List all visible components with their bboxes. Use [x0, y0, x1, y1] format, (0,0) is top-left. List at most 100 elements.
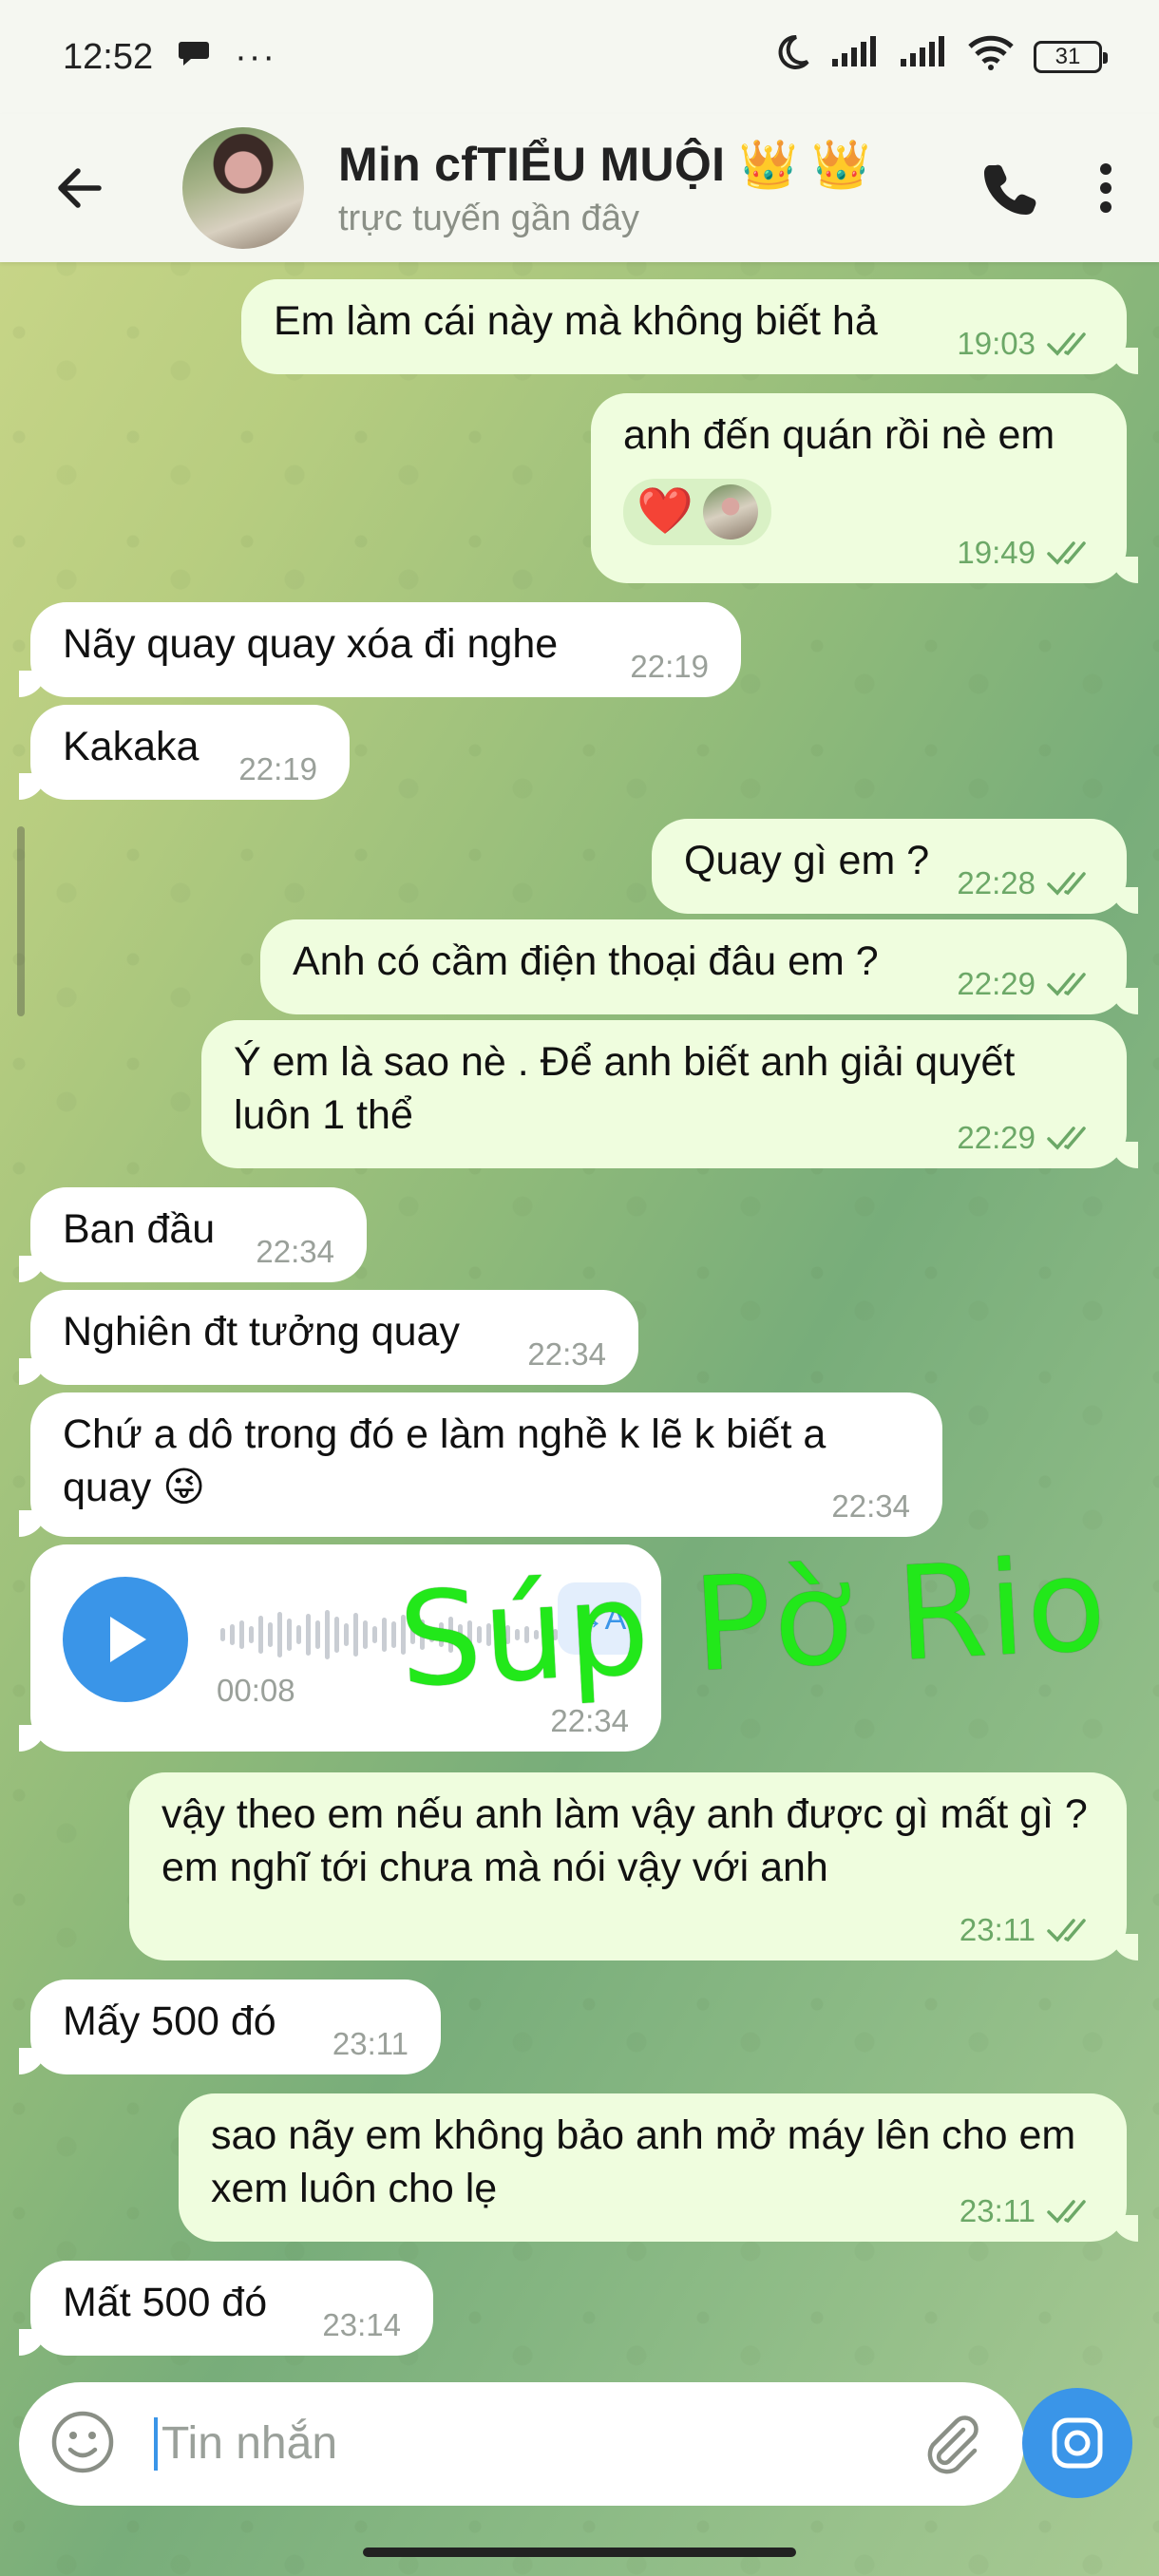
chat-header: Min cfTIỂU MUỘI 👑 👑 trực tuyến gần đây: [0, 114, 1159, 262]
message-bubble-incoming[interactable]: Mấy 500 đó 23:11: [19, 1979, 441, 2074]
message-bubble-outgoing[interactable]: Ý em là sao nè . Để anh biết anh giải qu…: [201, 1020, 1138, 1168]
contact-info[interactable]: Min cfTIỂU MUỘI 👑 👑 trực tuyến gần đây: [338, 137, 871, 239]
attach-icon[interactable]: [918, 2409, 984, 2480]
back-button[interactable]: [34, 142, 125, 234]
scrollbar[interactable]: [17, 826, 25, 1016]
message-time: 23:11: [959, 2193, 1036, 2228]
double-check-icon: [1047, 541, 1086, 565]
waveform-bar: [287, 1619, 292, 1651]
more-menu-button[interactable]: [1096, 160, 1115, 217]
message-bubble-outgoing[interactable]: Quay gì em ? 22:28: [652, 819, 1138, 914]
waveform-bar: [344, 1623, 349, 1646]
wifi-icon: [967, 33, 1015, 81]
message-text: Mất 500 đó: [63, 2280, 268, 2325]
message-time: 19:03: [957, 326, 1036, 361]
message-text: Ban đầu: [63, 1206, 216, 1252]
message-bubble-outgoing[interactable]: Anh có cầm điện thoại đâu em ? 22:29: [260, 919, 1138, 1014]
waveform-bar: [249, 1626, 254, 1643]
contact-name: Min cfTIỂU MUỘI 👑 👑: [338, 138, 871, 191]
message-bubble-incoming[interactable]: Mất 500 đó 23:14: [19, 2261, 433, 2356]
battery-indicator: 31: [1034, 41, 1108, 73]
message-text: Mấy 500 đó: [63, 1998, 276, 2044]
message-time: 22:28: [957, 865, 1036, 900]
message-bubble-outgoing[interactable]: anh đến quán rồi nè em ❤️ 19:49: [591, 393, 1138, 583]
message-time: 23:14: [322, 2307, 401, 2342]
message-bubble-outgoing[interactable]: vậy theo em nếu anh làm vậy anh được gì …: [129, 1772, 1138, 1960]
message-time: 23:11: [959, 1912, 1036, 1947]
waveform-bar: [277, 1612, 282, 1657]
waveform-bar: [334, 1617, 339, 1653]
message-bubble-outgoing[interactable]: Em làm cái này mà không biết hả 19:03: [241, 279, 1138, 374]
home-indicator[interactable]: [363, 2548, 796, 2557]
double-check-icon: [1047, 1127, 1086, 1150]
message-composer[interactable]: Tin nhắn: [19, 2382, 1024, 2506]
call-button[interactable]: [982, 160, 1039, 217]
camera-button[interactable]: [1022, 2388, 1132, 2498]
signal-icon-1: [830, 36, 880, 78]
message-bubble-incoming[interactable]: Nghiên đt tưởng quay 22:34: [19, 1290, 638, 1385]
waveform-bar: [372, 1626, 377, 1643]
message-time: 22:34: [256, 1234, 334, 1269]
waveform-bar: [306, 1614, 311, 1656]
message-icon: [178, 36, 210, 78]
waveform-bar: [391, 1621, 396, 1648]
waveform-bar: [296, 1625, 301, 1644]
status-bar: 12:52 ··· 31: [0, 0, 1159, 114]
contact-status: trực tuyến gần đây: [338, 199, 639, 238]
message-text: sao nãy em không bảo anh mở máy lên cho …: [211, 2112, 1076, 2211]
phone-icon: [984, 164, 1036, 215]
message-bubble-incoming[interactable]: Kakaka 22:19: [19, 705, 350, 800]
message-bubble-incoming[interactable]: Nãy quay quay xóa đi nghe 22:19: [19, 602, 741, 697]
message-text: Nãy quay quay xóa đi nghe: [63, 621, 559, 667]
double-check-icon: [1047, 973, 1086, 996]
status-time: 12:52: [63, 36, 154, 77]
double-check-icon: [1047, 332, 1086, 356]
message-time: 19:49: [957, 535, 1036, 570]
play-icon: [110, 1617, 146, 1662]
voice-duration: 00:08: [217, 1673, 295, 1708]
do-not-disturb-icon: [773, 33, 811, 81]
message-text: Quay gì em ?: [684, 838, 930, 883]
message-time: 23:11: [332, 2026, 408, 2061]
message-bubble-incoming[interactable]: Chứ a dô trong đó e làm nghề k lẽ k biết…: [19, 1392, 942, 1537]
double-check-icon: [1047, 1919, 1086, 1942]
waveform-bar: [268, 1622, 273, 1647]
camera-icon: [1052, 2417, 1103, 2469]
message-text: vậy theo em nếu anh làm vậy anh được gì …: [162, 1791, 1088, 1890]
waveform-bar: [220, 1628, 225, 1641]
waveform-bar: [230, 1624, 235, 1645]
message-text: Nghiên đt tưởng quay: [63, 1309, 460, 1354]
contact-avatar[interactable]: [182, 127, 304, 249]
message-time: 22:34: [527, 1336, 606, 1372]
waveform-bar: [363, 1620, 368, 1649]
more-vertical-icon: [1100, 163, 1112, 213]
message-reactions[interactable]: ❤️: [623, 479, 771, 545]
message-time: 22:29: [957, 1120, 1036, 1155]
waveform-bar: [382, 1618, 387, 1652]
message-time: 22:34: [831, 1488, 910, 1524]
reactor-avatar: [702, 484, 758, 540]
message-text: Ý em là sao nè . Để anh biết anh giải qu…: [234, 1039, 1016, 1138]
double-check-icon: [1047, 872, 1086, 896]
message-input[interactable]: Tin nhắn: [154, 2417, 337, 2471]
voice-play-button[interactable]: [63, 1577, 188, 1702]
waveform-bar: [258, 1616, 263, 1654]
message-text: Chứ a dô trong đó e làm nghề k lẽ k biết…: [63, 1411, 826, 1510]
message-text: Em làm cái này mà không biết hả: [274, 298, 878, 344]
message-bubble-outgoing[interactable]: sao nãy em không bảo anh mở máy lên cho …: [179, 2093, 1138, 2242]
emoji-icon[interactable]: [49, 2409, 116, 2480]
waveform-bar: [315, 1620, 320, 1649]
more-notifications-icon: ···: [235, 36, 277, 77]
waveform-bar: [325, 1610, 330, 1659]
signal-icon-2: [899, 36, 948, 78]
arrow-left-icon: [58, 168, 102, 208]
message-bubble-incoming[interactable]: Ban đầu 22:34: [19, 1187, 367, 1282]
waveform-bar: [353, 1613, 358, 1657]
double-check-icon: [1047, 2200, 1086, 2224]
message-time: 22:19: [238, 751, 317, 786]
message-text: Anh có cầm điện thoại đâu em ?: [293, 938, 879, 984]
waveform-bar: [239, 1620, 244, 1649]
message-text: Kakaka: [63, 724, 200, 769]
message-time: 22:19: [630, 649, 709, 684]
message-text: anh đến quán rồi nè em: [623, 412, 1055, 458]
